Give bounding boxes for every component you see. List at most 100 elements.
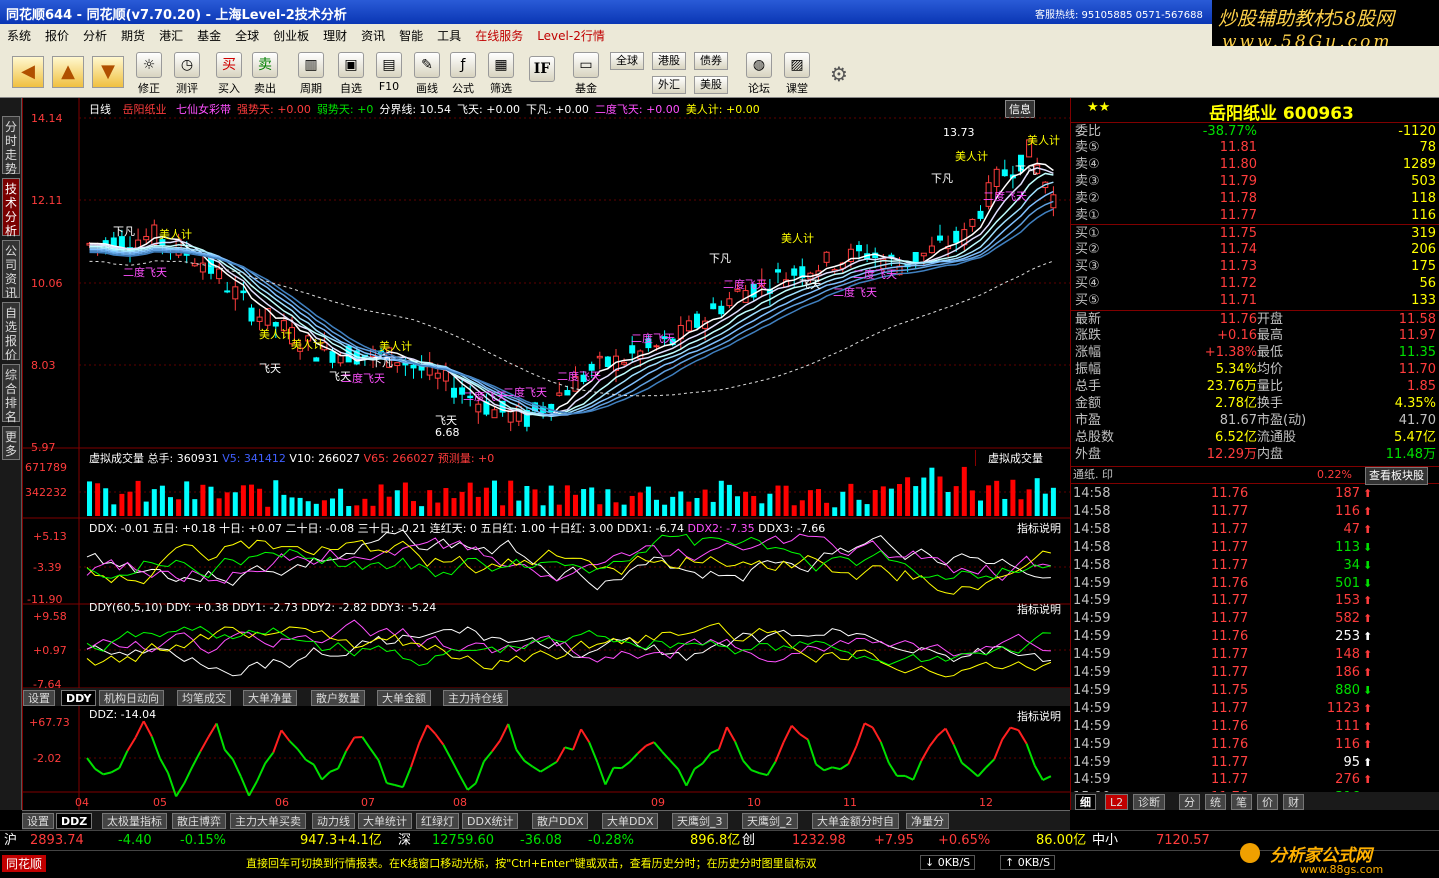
subtab-main-position[interactable]: 主力持仓线 xyxy=(443,690,508,706)
sell-row[interactable]: 卖④ 11.80 1289 xyxy=(1071,156,1439,173)
tab-l2[interactable]: L2 xyxy=(1105,794,1129,810)
subtab-institution[interactable]: 机构日动向 xyxy=(99,690,164,706)
buy-row[interactable]: 买③ 11.73 175 xyxy=(1071,258,1439,275)
subtab-big-net[interactable]: 大单净量 xyxy=(243,690,297,706)
menu-global[interactable]: 全球 xyxy=(228,24,266,44)
sell-row[interactable]: 卖③ 11.79 503 xyxy=(1071,173,1439,190)
indicator-tab[interactable]: 动力线 xyxy=(312,813,355,829)
menu-gem[interactable]: 创业板 xyxy=(266,24,316,44)
formula-button[interactable]: ƒ 公式 xyxy=(446,52,480,96)
indicator-tab[interactable]: 太极量指标 xyxy=(102,813,167,829)
tab-detail[interactable]: 细 xyxy=(1075,794,1096,810)
menu-news[interactable]: 资讯 xyxy=(354,24,392,44)
tab-watchlist[interactable]: 自选报价 xyxy=(2,302,20,362)
us-button[interactable]: 美股 xyxy=(694,76,728,94)
tab-trades[interactable]: 笔 xyxy=(1231,794,1252,810)
indicator-tab[interactable]: 天鹰剑_3 xyxy=(672,813,728,829)
forum-button[interactable]: ◍ 论坛 xyxy=(742,52,776,96)
subtab-avg-trade[interactable]: 均笔成交 xyxy=(177,690,231,706)
tab-more[interactable]: 更多 xyxy=(2,426,20,460)
hk-button[interactable]: 港股 xyxy=(652,52,686,70)
indicator-tab[interactable]: 天鹰剑_2 xyxy=(742,813,798,829)
indicator-tab[interactable]: 大单统计 xyxy=(358,813,412,829)
menu-online[interactable]: 在线服务 xyxy=(468,24,530,44)
buy-button[interactable]: 买买入 xyxy=(212,52,246,96)
ddy-help-button[interactable]: 指标说明 xyxy=(1017,601,1061,617)
ddy-tick: +9.58 xyxy=(33,610,67,623)
menu-tools[interactable]: 工具 xyxy=(430,24,468,44)
tab-minute[interactable]: 分 xyxy=(1179,794,1200,810)
annotation-meirenji: 美人计 xyxy=(379,340,412,353)
bond-button[interactable]: 债券 xyxy=(694,52,728,70)
view-sector-button[interactable]: 查看板块股 xyxy=(1365,467,1428,485)
indicator-line xyxy=(86,619,1051,663)
sell-button[interactable]: 卖卖出 xyxy=(248,52,282,96)
sell-row[interactable]: 卖① 11.77 116 xyxy=(1071,207,1439,224)
ddz-segment xyxy=(572,728,583,751)
tab-timeshare[interactable]: 分时走势 xyxy=(2,116,20,176)
menu-hk[interactable]: 港汇 xyxy=(152,24,190,44)
menu-smart[interactable]: 智能 xyxy=(392,24,430,44)
ddz-segment xyxy=(467,782,477,791)
buy-row[interactable]: 买⑤ 11.71 133 xyxy=(1071,292,1439,309)
ddx-header: DDX: -0.01 五日: +0.18 十日: +0.07 二十日: -0.0… xyxy=(89,522,826,535)
ddz-help-button[interactable]: 指标说明 xyxy=(1017,708,1061,724)
annotation-erdu: 二度飞天 xyxy=(557,370,601,383)
sell-row[interactable]: 卖⑤ 11.81 78 xyxy=(1071,139,1439,156)
watchlist-button[interactable]: ▣ 自选 xyxy=(334,52,368,96)
ddz-segment xyxy=(215,723,226,750)
buy-row[interactable]: 买② 11.74 206 xyxy=(1071,241,1439,258)
forex-button[interactable]: 外汇 xyxy=(652,76,686,94)
subtab-big-amount[interactable]: 大单金额 xyxy=(377,690,431,706)
back-arrow-icon[interactable]: ◀ xyxy=(12,56,44,88)
fund-button[interactable]: ▭ 基金 xyxy=(566,52,606,96)
menu-level2[interactable]: Level-2行情 xyxy=(530,24,612,44)
global-button[interactable]: 全球 xyxy=(610,52,644,70)
if-button[interactable]: IF xyxy=(524,56,560,100)
month-tick: 09 xyxy=(651,796,665,809)
chart-area[interactable]: 日线 岳阳纸业 七仙女彩带 强势天: +0.00 弱势天: +0 分界线: 10.54… xyxy=(22,98,1071,810)
draw-button[interactable]: ✎ 画线 xyxy=(410,52,444,96)
volume-indicator-dropdown[interactable]: 虚拟成交量 xyxy=(975,450,1043,466)
ddz-segment xyxy=(248,780,258,797)
menu-finance[interactable]: 理财 xyxy=(316,24,354,44)
class-button[interactable]: ▨ 课堂 xyxy=(780,52,814,96)
ddz-segment xyxy=(928,735,939,748)
indicator-tab[interactable]: 净量分 xyxy=(906,813,949,829)
subtab-ddy[interactable]: DDY xyxy=(61,690,97,706)
indicator-tab[interactable]: DDX统计 xyxy=(462,813,519,829)
menu-quote[interactable]: 报价 xyxy=(38,24,76,44)
f10-button[interactable]: ▤ F10 xyxy=(372,52,406,96)
subtab-settings[interactable]: 设置 xyxy=(23,690,55,706)
fix-button[interactable]: ☼ 修正 xyxy=(132,52,166,96)
tab-company-news[interactable]: 公司资讯 xyxy=(2,240,20,300)
tab-price[interactable]: 价 xyxy=(1257,794,1278,810)
indicator-tab[interactable]: 设置 xyxy=(22,813,54,829)
tab-ranking[interactable]: 综合排名 xyxy=(2,364,20,424)
eval-button[interactable]: ◷ 测评 xyxy=(170,52,204,96)
cycle-button[interactable]: ▥ 周期 xyxy=(294,52,328,96)
indicator-tab[interactable]: 大单DDX xyxy=(602,813,659,829)
indicator-tab[interactable]: 主力大单买卖 xyxy=(230,813,306,829)
tab-finance[interactable]: 财 xyxy=(1283,794,1304,810)
menu-analysis[interactable]: 分析 xyxy=(76,24,114,44)
subtab-retail-count[interactable]: 散户数量 xyxy=(311,690,365,706)
indicator-tab[interactable]: 大单金额分时自 xyxy=(812,813,899,829)
indicator-tab[interactable]: 红绿灯 xyxy=(416,813,459,829)
tab-technical[interactable]: 技术分析 xyxy=(2,178,20,238)
tab-stats[interactable]: 统 xyxy=(1205,794,1226,810)
filter-button[interactable]: ▦ 筛选 xyxy=(484,52,518,96)
menu-fund[interactable]: 基金 xyxy=(190,24,228,44)
indicator-tab[interactable]: 散庄博弈 xyxy=(172,813,226,829)
buy-row[interactable]: 买① 11.75 319 xyxy=(1071,224,1439,241)
down-arrow-icon[interactable]: ▼ xyxy=(92,56,124,88)
menu-system[interactable]: 系统 xyxy=(0,24,38,44)
tab-diagnose[interactable]: 诊断 xyxy=(1133,794,1165,810)
indicator-tab[interactable]: DDZ xyxy=(56,813,93,829)
buy-row[interactable]: 买④ 11.72 56 xyxy=(1071,275,1439,292)
ddx-help-button[interactable]: 指标说明 xyxy=(1017,520,1061,536)
menu-futures[interactable]: 期货 xyxy=(114,24,152,44)
indicator-tab[interactable]: 散户DDX xyxy=(532,813,589,829)
sell-row[interactable]: 卖② 11.78 118 xyxy=(1071,190,1439,207)
up-arrow-icon[interactable]: ▲ xyxy=(52,56,84,88)
